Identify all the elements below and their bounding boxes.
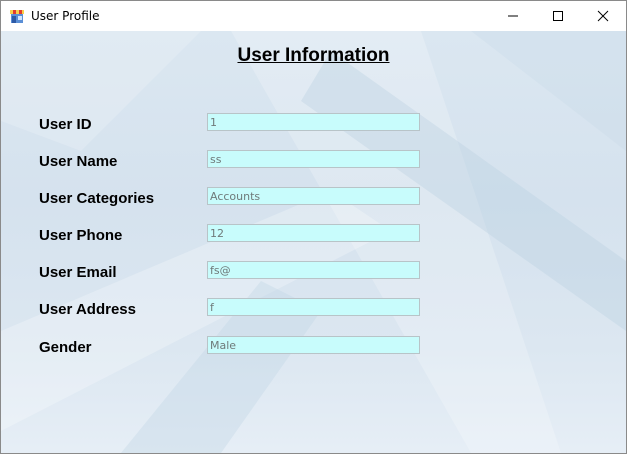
minimize-button[interactable] bbox=[490, 1, 535, 31]
user-phone-label: User Phone bbox=[39, 227, 123, 244]
user-phone-field[interactable]: 12 bbox=[207, 224, 420, 242]
gender-field[interactable]: Male bbox=[207, 336, 420, 354]
user-email-field[interactable]: fs@ bbox=[207, 261, 420, 279]
title-bar[interactable]: User Profile bbox=[1, 1, 626, 31]
user-name-field[interactable]: ss bbox=[207, 150, 420, 168]
maximize-button[interactable] bbox=[535, 1, 580, 31]
gender-label: Gender bbox=[39, 339, 92, 356]
user-id-label: User ID bbox=[39, 116, 92, 133]
maximize-icon bbox=[552, 11, 563, 21]
user-profile-window: User Profile User Information User ID 1 … bbox=[0, 0, 627, 454]
form-client-area: User Information User ID 1 User Name ss … bbox=[1, 31, 626, 453]
minimize-icon bbox=[507, 15, 518, 17]
form-heading: User Information bbox=[237, 45, 390, 66]
user-name-label: User Name bbox=[39, 153, 118, 170]
user-address-field[interactable]: f bbox=[207, 298, 420, 316]
user-categories-field[interactable]: Accounts bbox=[207, 187, 420, 205]
user-categories-label: User Categories bbox=[39, 190, 155, 207]
user-id-field[interactable]: 1 bbox=[207, 113, 420, 131]
close-icon bbox=[597, 10, 608, 22]
store-icon[interactable] bbox=[9, 8, 25, 24]
user-email-label: User Email bbox=[39, 264, 117, 281]
window-title: User Profile bbox=[31, 9, 100, 23]
user-address-label: User Address bbox=[39, 301, 136, 318]
close-button[interactable] bbox=[580, 1, 625, 31]
